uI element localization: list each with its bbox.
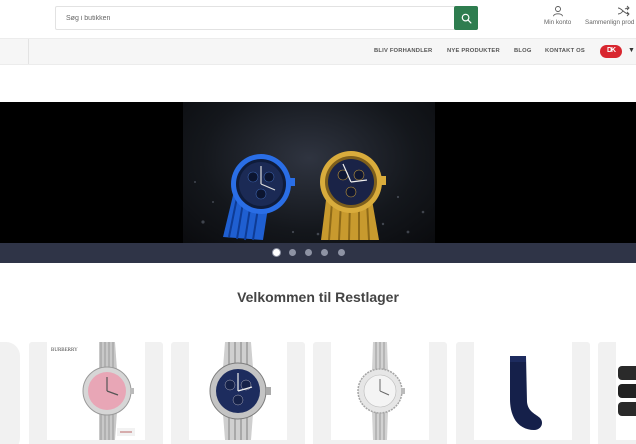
product-card[interactable] [456, 342, 590, 444]
nav-blog[interactable]: BLOG [514, 48, 532, 54]
user-icon [552, 6, 563, 17]
slider-dot-4[interactable] [321, 249, 328, 256]
product-image-silver-crystal-watch [331, 342, 429, 440]
product-image-navy-socks [474, 342, 572, 440]
compare-icon [617, 5, 630, 17]
product-image-black-socks [616, 342, 636, 440]
slider-dot-1[interactable] [273, 249, 280, 256]
product-card[interactable] [313, 342, 447, 444]
language-flag-icon[interactable]: DK [600, 45, 622, 58]
nav-contact[interactable]: KONTAKT OS [545, 48, 585, 54]
compare-label: Sammenlign prod [585, 19, 635, 26]
nav-new-products[interactable]: NYE PRODUKTER [447, 48, 500, 54]
product-image-pink-watch: BURBERRY [47, 342, 145, 440]
search-icon [461, 13, 471, 23]
chevron-down-icon[interactable]: ▼ [628, 47, 635, 54]
slider-pagination-bar [0, 243, 636, 263]
search-box [55, 6, 478, 30]
account-label: Min konto [544, 19, 572, 26]
compare-link[interactable]: Sammenlign prod [585, 5, 634, 26]
slider-dot-3[interactable] [305, 249, 312, 256]
account-link[interactable]: Min konto [544, 5, 571, 26]
main-navigation: BLIV FORHANDLER NYE PRODUKTER BLOG KONTA… [0, 38, 636, 65]
brand-logo: BURBERRY [51, 348, 78, 353]
product-card[interactable]: BURBERRY [29, 342, 163, 444]
product-image-blue-chronograph [189, 342, 287, 440]
product-card-partial-right[interactable] [598, 342, 636, 444]
slider-dot-2[interactable] [289, 249, 296, 256]
product-carousel: BURBERRY [0, 338, 636, 444]
product-card[interactable] [171, 342, 305, 444]
nav-divider [28, 39, 29, 64]
search-button[interactable] [454, 6, 478, 30]
hero-slider[interactable] [0, 102, 636, 263]
site-header: Min konto Sammenlign prod [0, 0, 636, 38]
nav-become-dealer[interactable]: BLIV FORHANDLER [374, 48, 432, 54]
product-card-partial-left[interactable] [0, 342, 20, 444]
slider-dot-5[interactable] [338, 249, 345, 256]
slide-image-watches [183, 102, 435, 243]
search-input[interactable] [56, 7, 454, 29]
welcome-heading: Velkommen til Restlager [237, 289, 399, 305]
